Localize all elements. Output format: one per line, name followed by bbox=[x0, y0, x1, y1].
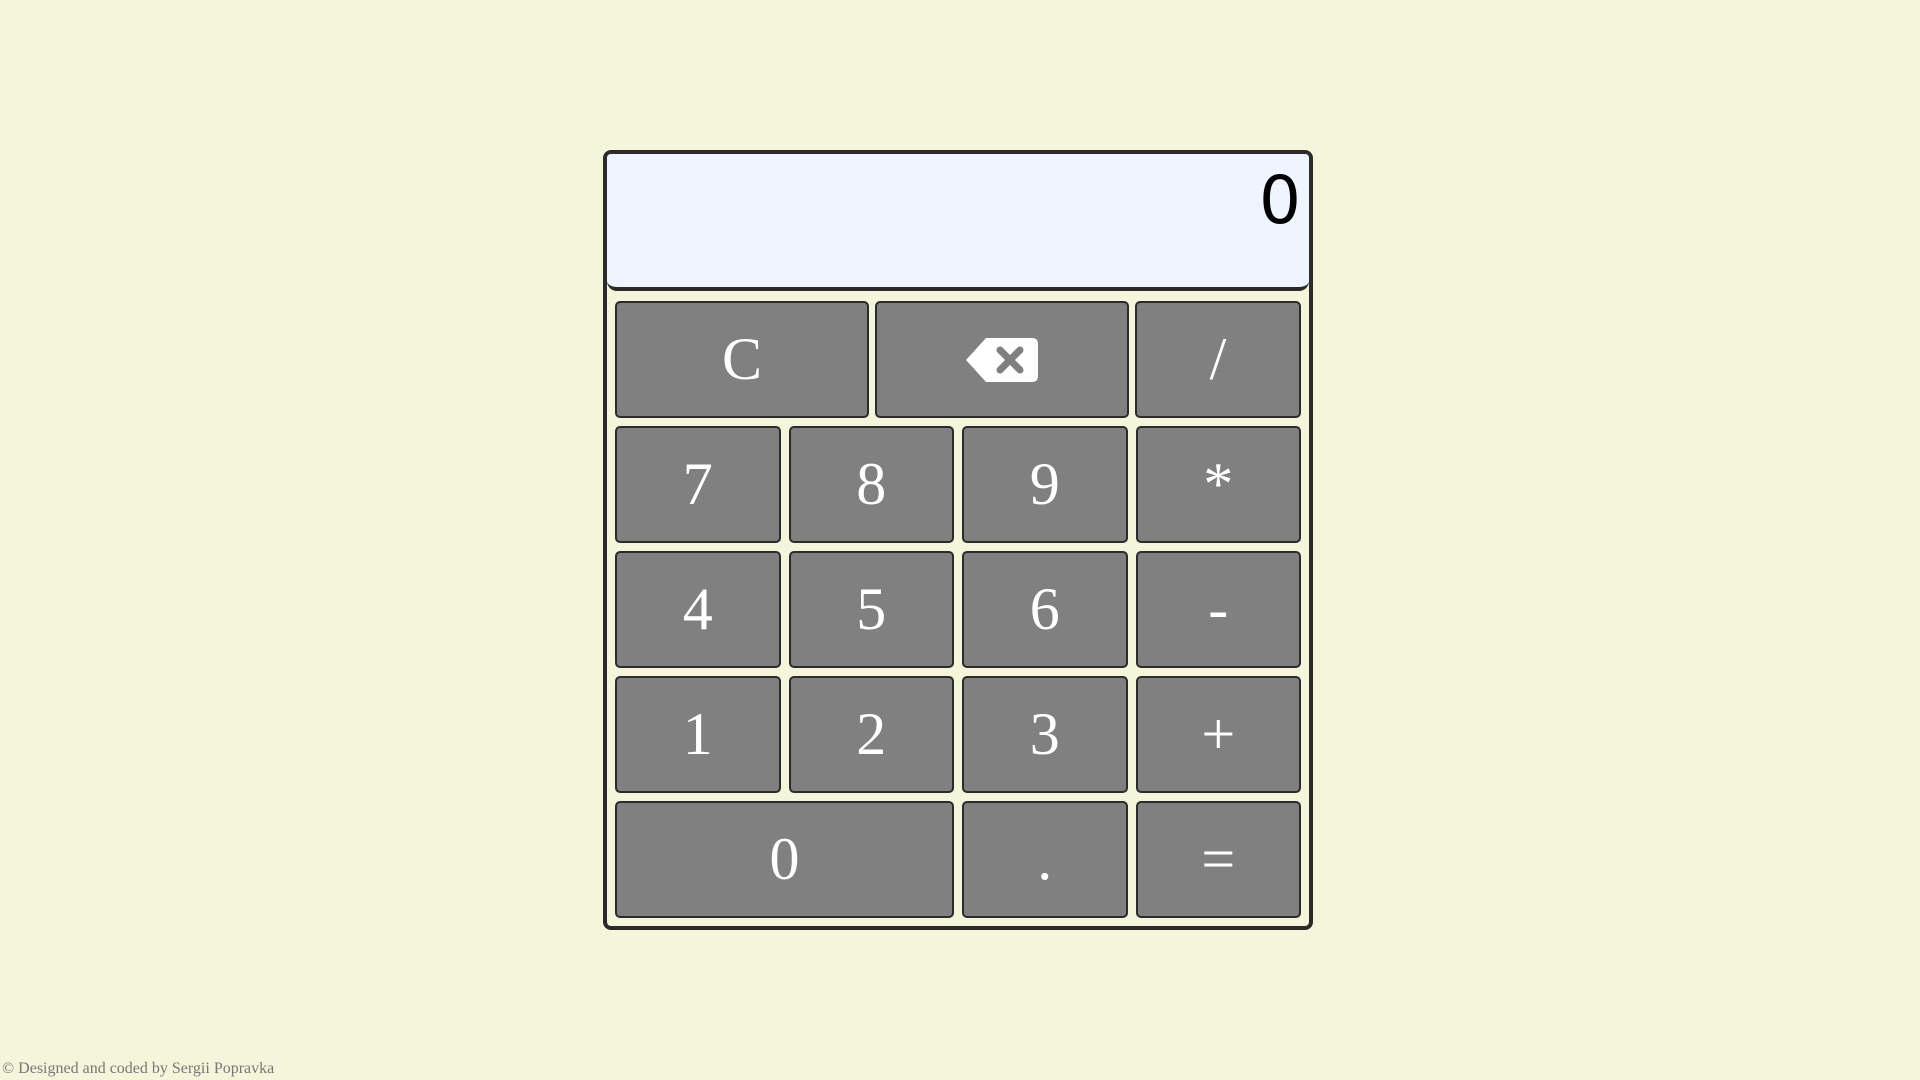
footer-credit: © Designed and coded by Sergii Popravka bbox=[2, 1060, 275, 1077]
decimal-button[interactable]: . bbox=[962, 801, 1128, 918]
digit-7-button[interactable]: 7 bbox=[615, 426, 781, 543]
clear-button[interactable]: C bbox=[615, 301, 869, 418]
digit-3-button[interactable]: 3 bbox=[962, 676, 1128, 793]
add-button[interactable]: + bbox=[1135, 676, 1301, 793]
equals-button[interactable]: = bbox=[1135, 801, 1301, 918]
digit-9-button[interactable]: 9 bbox=[962, 426, 1128, 543]
keypad: C / 7 8 9 * 4 5 6 - 1 2 3 + 0 . = bbox=[615, 301, 1301, 918]
digit-6-button[interactable]: 6 bbox=[962, 551, 1128, 668]
backspace-button[interactable] bbox=[875, 301, 1129, 418]
digit-2-button[interactable]: 2 bbox=[788, 676, 954, 793]
digit-8-button[interactable]: 8 bbox=[788, 426, 954, 543]
divide-button[interactable]: / bbox=[1135, 301, 1301, 418]
subtract-button[interactable]: - bbox=[1135, 551, 1301, 668]
digit-5-button[interactable]: 5 bbox=[788, 551, 954, 668]
display-screen: 0 bbox=[607, 154, 1309, 291]
multiply-button[interactable]: * bbox=[1135, 426, 1301, 543]
keypad-top-row: C / bbox=[615, 301, 1301, 418]
digit-0-button[interactable]: 0 bbox=[615, 801, 954, 918]
backspace-icon bbox=[966, 337, 1038, 382]
digit-4-button[interactable]: 4 bbox=[615, 551, 781, 668]
digit-1-button[interactable]: 1 bbox=[615, 676, 781, 793]
calculator: 0 C / 7 8 9 * 4 5 6 - 1 2 3 + 0 . = bbox=[603, 150, 1313, 930]
display-value: 0 bbox=[1259, 162, 1301, 239]
